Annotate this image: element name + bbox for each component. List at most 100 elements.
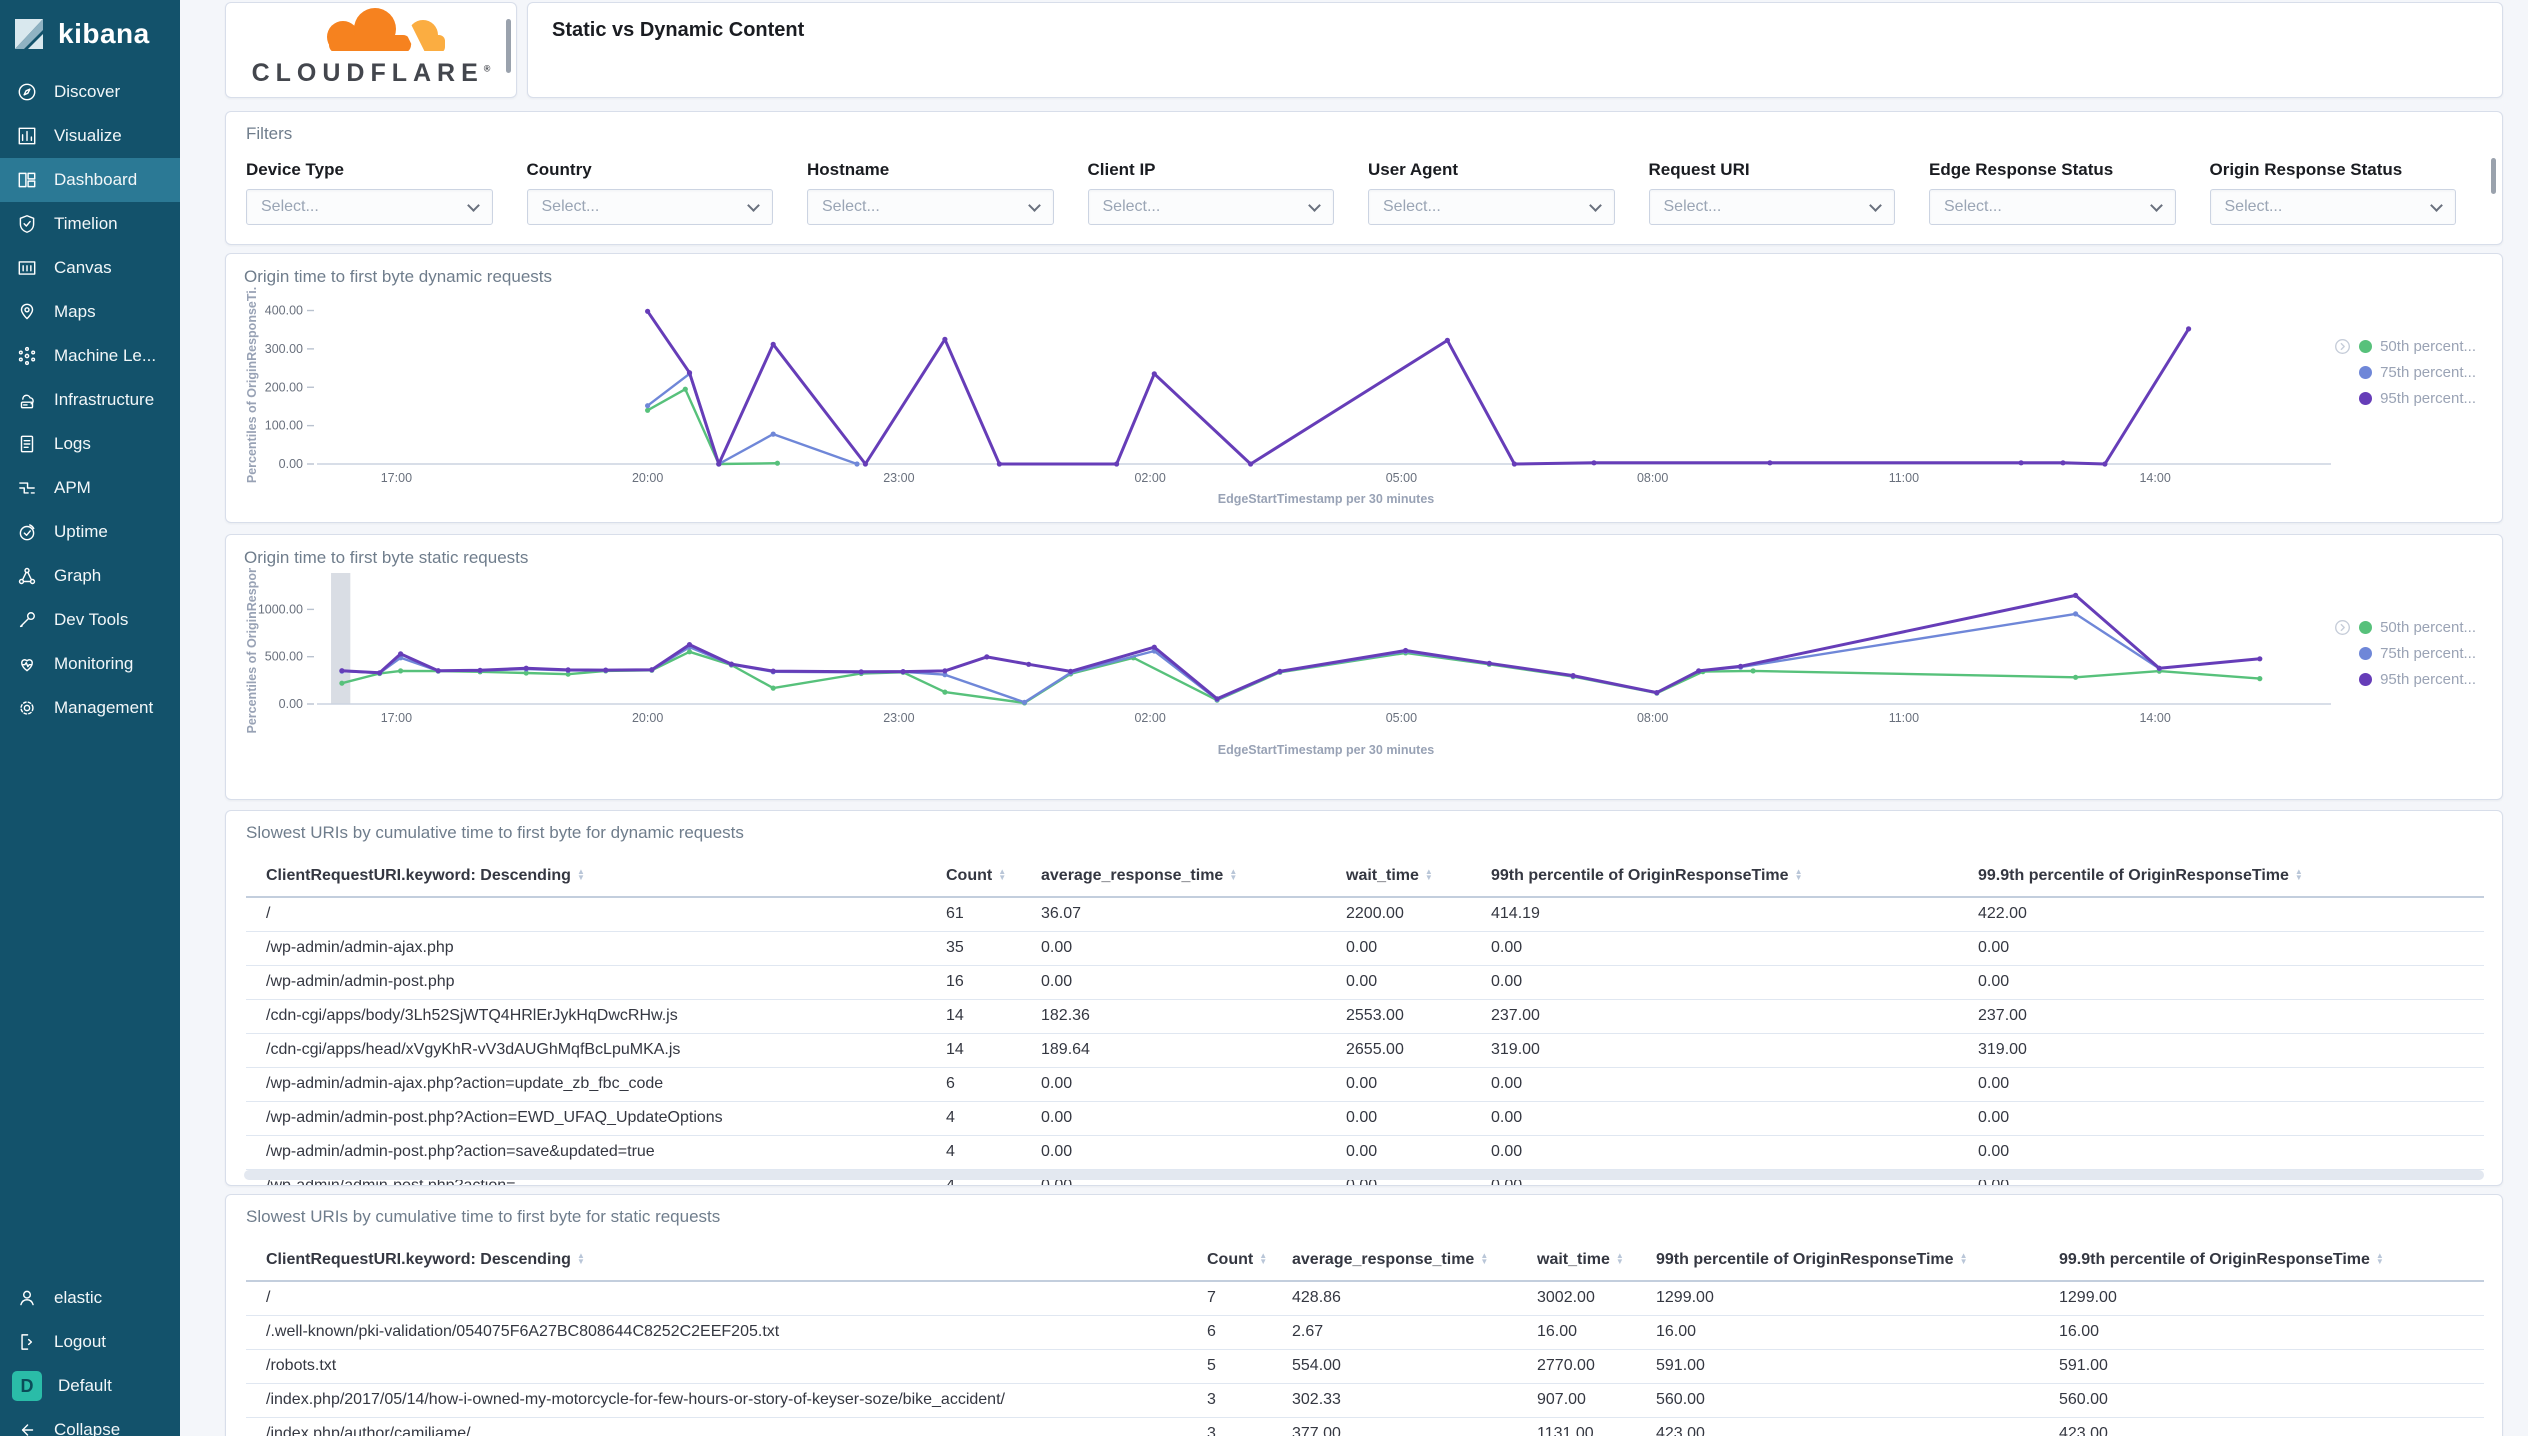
sidebar-item-canvas[interactable]: Canvas xyxy=(0,246,180,290)
sidebar-item-label: Graph xyxy=(54,566,102,585)
column-header-99-9th-percentile-of-originresponsetime[interactable]: 99.9th percentile of OriginResponseTime ▲… xyxy=(1978,855,2484,898)
value-cell: 0.00 xyxy=(1491,1135,1978,1170)
select-placeholder: Select... xyxy=(822,198,880,215)
table-row: /wp-admin/admin-ajax.php 35 0.00 0.00 0.00 0.… xyxy=(246,931,2484,966)
column-header-99th-percentile-of-originresponsetime[interactable]: 99th percentile of OriginResponseTime ▲ ▼ xyxy=(1491,855,1978,898)
select-placeholder: Select... xyxy=(1663,198,1722,215)
content: CLOUDFLARE® Static vs Dynamic Content Fi… xyxy=(180,0,2528,1436)
column-header-average-response-time[interactable]: average_response_time ▲ ▼ xyxy=(1041,855,1346,898)
column-header-wait-time[interactable]: wait_time ▲ ▼ xyxy=(1346,855,1491,898)
sidebar-item-graph[interactable]: Graph xyxy=(0,554,180,598)
sidebar-item-dashboard[interactable]: Dashboard xyxy=(0,158,180,202)
chart-plot[interactable]: 0.00 100.00 200.00 300.00 400.00 17:00 20:00 23… xyxy=(244,280,2484,517)
select-placeholder: Select... xyxy=(1102,198,1161,215)
sort-icon: ▲ ▼ xyxy=(998,867,1007,883)
sidebar-item-machine-le[interactable]: Machine Le... xyxy=(0,334,180,378)
page-title: Static vs Dynamic Content xyxy=(552,19,805,41)
horizontal-scrollbar[interactable] xyxy=(244,1170,2484,1180)
sidebar-item-logout[interactable]: Logout xyxy=(0,1320,180,1364)
sidebar-item-maps[interactable]: Maps xyxy=(0,290,180,334)
legend-expand-icon[interactable] xyxy=(2334,338,2351,411)
sidebar-item-visualize[interactable]: Visualize xyxy=(0,114,180,158)
value-cell: 0.00 xyxy=(1978,1101,2484,1136)
sidebar-item-timelion[interactable]: Timelion xyxy=(0,202,180,246)
value-cell: 554.00 xyxy=(1292,1349,1537,1384)
column-header-99-9th-percentile-of-originresponsetime[interactable]: 99.9th percentile of OriginResponseTime ▲… xyxy=(2059,1239,2484,1282)
sidebar-item-default[interactable]: D Default xyxy=(0,1364,180,1408)
column-header-clientrequesturi-keyword-descending[interactable]: ClientRequestURI.keyword: Descending ▲ ▼ xyxy=(246,855,946,898)
chart-plot[interactable]: 0.00 500.00 1000.00 17:00 20:00 23:00 02:00 05:… xyxy=(244,551,2484,773)
monitoring-icon xyxy=(16,653,38,675)
kibana-logo[interactable]: kibana xyxy=(0,0,180,64)
sidebar-item-infrastructure[interactable]: Infrastructure xyxy=(0,378,180,422)
filter-select-edge-response-status[interactable]: Select... xyxy=(1929,189,2176,225)
value-cell: 0.00 xyxy=(1041,965,1346,1000)
sidebar-item-monitoring[interactable]: Monitoring xyxy=(0,642,180,686)
select-placeholder: Select... xyxy=(2224,198,2283,215)
value-cell: 423.00 xyxy=(2059,1417,2484,1436)
chevron-down-icon xyxy=(1308,198,1321,212)
filter-select-client-ip[interactable]: Select... xyxy=(1087,189,1334,225)
sidebar-item-collapse[interactable]: Collapse xyxy=(0,1408,180,1436)
panel-scrollbar[interactable] xyxy=(506,19,511,73)
table-row: /index.php/2017/05/14/how-i-owned-my-mot… xyxy=(246,1383,2484,1418)
filter-select-request-uri[interactable]: Select... xyxy=(1648,189,1895,225)
svg-text:23:00: 23:00 xyxy=(883,711,914,725)
space-default-icon: D xyxy=(12,1371,42,1401)
column-header-clientrequesturi-keyword-descending[interactable]: ClientRequestURI.keyword: Descending ▲ ▼ xyxy=(246,1239,1207,1282)
svg-text:Percentiles of OriginResponse: Percentiles of OriginResponse xyxy=(245,568,259,734)
filter-select-country[interactable]: Select... xyxy=(526,189,773,225)
filter-select-hostname[interactable]: Select... xyxy=(807,189,1054,225)
filter-label: Origin Response Status xyxy=(2209,160,2403,179)
collapse-icon xyxy=(16,1419,38,1436)
sidebar-item-label: Logout xyxy=(54,1332,106,1351)
legend-label: 75th percent... xyxy=(2380,363,2476,381)
sidebar-item-management[interactable]: Management xyxy=(0,686,180,730)
legend-item[interactable]: 95th percent... xyxy=(2359,385,2476,411)
filter-label: Device Type xyxy=(246,160,344,179)
svg-text:Percentiles of OriginResponseT: Percentiles of OriginResponseTi... xyxy=(245,287,259,483)
legend-item[interactable]: 50th percent... xyxy=(2359,333,2476,359)
chart-title: Origin time to first byte dynamic reques… xyxy=(244,267,553,286)
column-header-average-response-time[interactable]: average_response_time ▲ ▼ xyxy=(1292,1239,1537,1282)
column-header-99th-percentile-of-originresponsetime[interactable]: 99th percentile of OriginResponseTime ▲ ▼ xyxy=(1656,1239,2059,1282)
sidebar-item-label: Dev Tools xyxy=(54,610,129,629)
table-row: /cdn-cgi/apps/head/xVgyKhR-vV3dAUGhMqfBc… xyxy=(246,1033,2484,1068)
sort-icon: ▲ ▼ xyxy=(1229,867,1238,883)
sort-icon: ▲ ▼ xyxy=(576,1251,585,1267)
column-header-count[interactable]: Count ▲ ▼ xyxy=(1207,1239,1292,1282)
sidebar-item-logs[interactable]: Logs xyxy=(0,422,180,466)
sidebar-item-apm[interactable]: APM xyxy=(0,466,180,510)
sidebar-item-label: elastic xyxy=(54,1288,103,1307)
value-cell: 189.64 xyxy=(1041,1033,1346,1068)
svg-text:08:00: 08:00 xyxy=(1637,711,1668,725)
column-header-label: average_response_time xyxy=(1041,866,1224,884)
legend-item[interactable]: 50th percent... xyxy=(2359,614,2476,640)
legend-item[interactable]: 75th percent... xyxy=(2359,359,2476,385)
legend-item[interactable]: 75th percent... xyxy=(2359,640,2476,666)
legend-item[interactable]: 95th percent... xyxy=(2359,666,2476,692)
dashboard-title-panel: Static vs Dynamic Content xyxy=(527,2,2503,98)
panel-scrollbar[interactable] xyxy=(2491,158,2496,194)
legend-dot-icon xyxy=(2359,391,2373,405)
filter-select-origin-response-status[interactable]: Select... xyxy=(2209,189,2456,225)
sidebar-item-dev-tools[interactable]: Dev Tools xyxy=(0,598,180,642)
chart-panel-static-requests: Origin time to first byte static request… xyxy=(225,534,2503,800)
legend-expand-icon[interactable] xyxy=(2334,619,2351,692)
filter-select-device-type[interactable]: Select... xyxy=(246,189,493,225)
value-cell: 0.00 xyxy=(1346,1135,1491,1170)
column-header-count[interactable]: Count ▲ ▼ xyxy=(946,855,1041,898)
filter-group-edge-response-status: Edge Response Status Select... xyxy=(1929,160,2176,225)
sidebar-item-discover[interactable]: Discover xyxy=(0,70,180,114)
value-cell: 0.00 xyxy=(1491,1067,1978,1102)
sidebar-item-uptime[interactable]: Uptime xyxy=(0,510,180,554)
filters-panel: Filters Device Type Select... Country Selec… xyxy=(225,111,2503,245)
filter-select-user-agent[interactable]: Select... xyxy=(1368,189,1615,225)
sidebar-item-elastic[interactable]: elastic xyxy=(0,1276,180,1320)
value-cell: 3002.00 xyxy=(1537,1281,1656,1316)
value-cell: 7 xyxy=(1207,1281,1292,1316)
value-cell: 0.00 xyxy=(1491,931,1978,966)
value-cell: 907.00 xyxy=(1537,1383,1656,1418)
value-cell: 35 xyxy=(946,931,1041,966)
column-header-wait-time[interactable]: wait_time ▲ ▼ xyxy=(1537,1239,1656,1282)
